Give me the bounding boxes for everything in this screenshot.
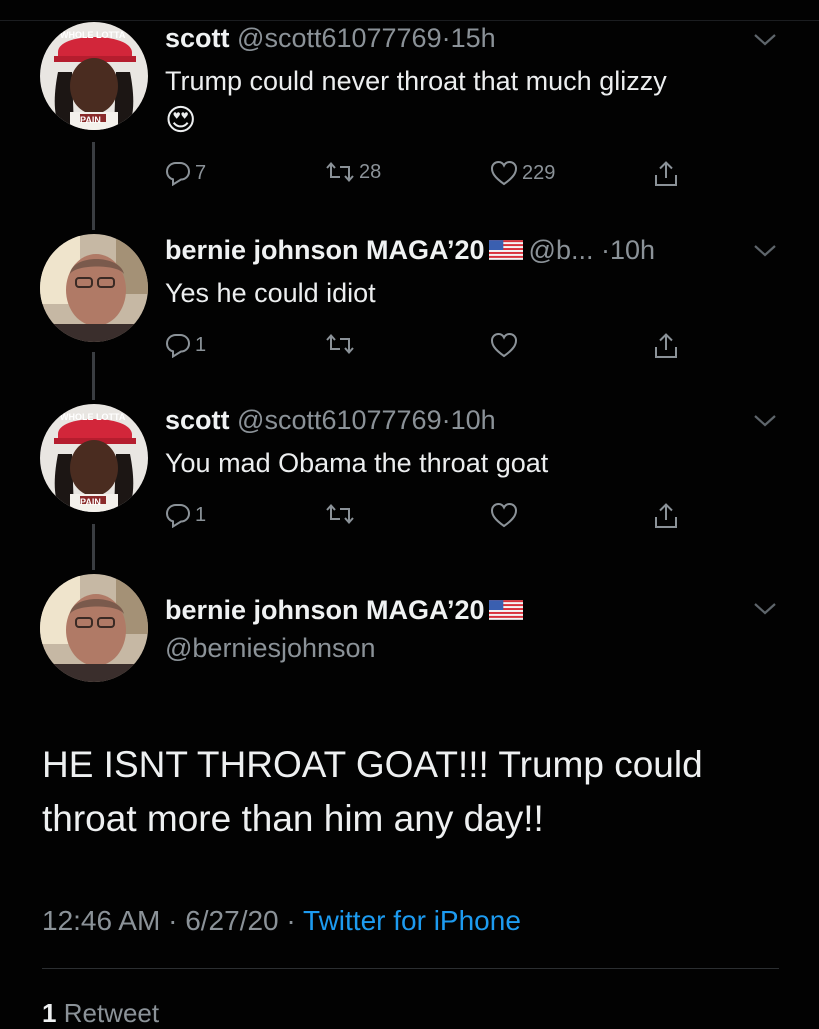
- share-button[interactable]: [653, 160, 679, 188]
- like-button[interactable]: [490, 502, 518, 528]
- like-icon: [490, 160, 518, 186]
- chevron-down-icon[interactable]: [753, 244, 777, 258]
- share-button[interactable]: [653, 502, 679, 530]
- dot-separator: ·: [168, 905, 178, 936]
- display-name[interactable]: bernie johnson MAGA’20: [165, 235, 485, 265]
- main-tweet-text: HE ISNT THROAT GOAT!!! Trump could throa…: [42, 744, 703, 839]
- reply-button[interactable]: 7: [165, 160, 206, 186]
- like-button[interactable]: [490, 332, 518, 358]
- timestamp[interactable]: 10h: [610, 235, 655, 265]
- display-name[interactable]: scott: [165, 23, 230, 53]
- reply-button[interactable]: 1: [165, 332, 206, 358]
- tweet-text: Yes he could idiot: [165, 278, 376, 308]
- chevron-down-icon[interactable]: [753, 602, 777, 616]
- thread-line: [92, 352, 95, 400]
- dot-separator: ·: [601, 235, 610, 265]
- retweet-icon: [325, 502, 355, 526]
- retweet-button[interactable]: [325, 502, 355, 526]
- divider: [42, 968, 779, 969]
- thread-line: [92, 524, 95, 570]
- emoji: 😍: [165, 104, 197, 137]
- avatar[interactable]: WHOLE LOTTA PAIN: [40, 22, 148, 130]
- handle[interactable]: @berniesjohnson: [165, 632, 376, 664]
- retweet-button[interactable]: 28: [325, 160, 381, 184]
- tweet-header: bernie johnson MAGA’20: [165, 594, 529, 626]
- retweet-stats[interactable]: 1 Retweet: [42, 998, 159, 1029]
- tweet-header: scott @scott61077769·10h: [165, 404, 496, 436]
- handle[interactable]: @scott61077769: [237, 405, 442, 435]
- hat-text: WHOLE LOTTA: [60, 30, 126, 40]
- reply-count: 1: [195, 333, 207, 356]
- chevron-down-icon[interactable]: [753, 33, 777, 47]
- retweet-icon: [325, 160, 355, 184]
- us-flag-icon: [489, 600, 523, 620]
- tweet-header: scott @scott61077769·15h: [165, 22, 496, 54]
- reply-count: 7: [195, 161, 207, 184]
- display-name[interactable]: scott: [165, 405, 230, 435]
- retweet-button[interactable]: [325, 332, 355, 356]
- share-icon: [653, 502, 679, 530]
- handle[interactable]: @b...: [529, 235, 594, 265]
- share-button[interactable]: [653, 332, 679, 360]
- like-button[interactable]: 229: [490, 160, 555, 186]
- reply-count: 1: [195, 503, 207, 526]
- avatar[interactable]: [40, 574, 148, 682]
- reply-tweet-2[interactable]: bernie johnson MAGA’20 @b... ·10h Yes he …: [0, 230, 819, 400]
- shirt-text: PAIN: [80, 115, 101, 125]
- us-flag-icon: [489, 240, 523, 260]
- dot-separator: ·: [286, 905, 296, 936]
- tweet-text: Trump could never throat that much glizz…: [165, 66, 667, 96]
- reply-icon: [165, 160, 191, 186]
- like-icon: [490, 502, 518, 528]
- tweet-actions: 7 28 229: [165, 160, 705, 192]
- reply-tweet-1[interactable]: WHOLE LOTTA PAIN scott @scott61077769·15…: [0, 0, 819, 230]
- retweet-count: 28: [359, 160, 382, 183]
- timestamp[interactable]: 10h: [451, 405, 496, 435]
- tweet-actions: 1: [165, 502, 705, 534]
- avatar[interactable]: WHOLE LOTTA PAIN: [40, 404, 148, 512]
- share-icon: [653, 332, 679, 360]
- like-icon: [490, 332, 518, 358]
- dot-separator: ·: [441, 23, 451, 53]
- tweet-actions: 1: [165, 332, 705, 364]
- reply-icon: [165, 332, 191, 358]
- shirt-text: PAIN: [80, 497, 101, 507]
- reply-tweet-3[interactable]: WHOLE LOTTA PAIN scott @scott61077769·10…: [0, 400, 819, 570]
- source-link[interactable]: Twitter for iPhone: [303, 905, 521, 936]
- avatar[interactable]: [40, 234, 148, 342]
- reply-icon: [165, 502, 191, 528]
- retweet-icon: [325, 332, 355, 356]
- like-count: 229: [522, 161, 556, 184]
- handle[interactable]: @scott61077769: [237, 23, 442, 53]
- share-icon: [653, 160, 679, 188]
- hat-text: WHOLE LOTTA: [60, 412, 126, 422]
- display-name[interactable]: bernie johnson MAGA’20: [165, 595, 485, 625]
- tweet-date[interactable]: 6/27/20: [185, 905, 278, 936]
- tweet-header: bernie johnson MAGA’20 @b... ·10h: [165, 234, 655, 266]
- thread-line: [92, 142, 95, 230]
- dot-separator: ·: [441, 405, 451, 435]
- tweet-meta: 12:46 AM · 6/27/20 · Twitter for iPhone: [42, 905, 521, 937]
- timestamp[interactable]: 15h: [451, 23, 496, 53]
- reply-button[interactable]: 1: [165, 502, 206, 528]
- tweet-text: You mad Obama the throat goat: [165, 448, 549, 478]
- chevron-down-icon[interactable]: [753, 414, 777, 428]
- tweet-time[interactable]: 12:46 AM: [42, 905, 160, 936]
